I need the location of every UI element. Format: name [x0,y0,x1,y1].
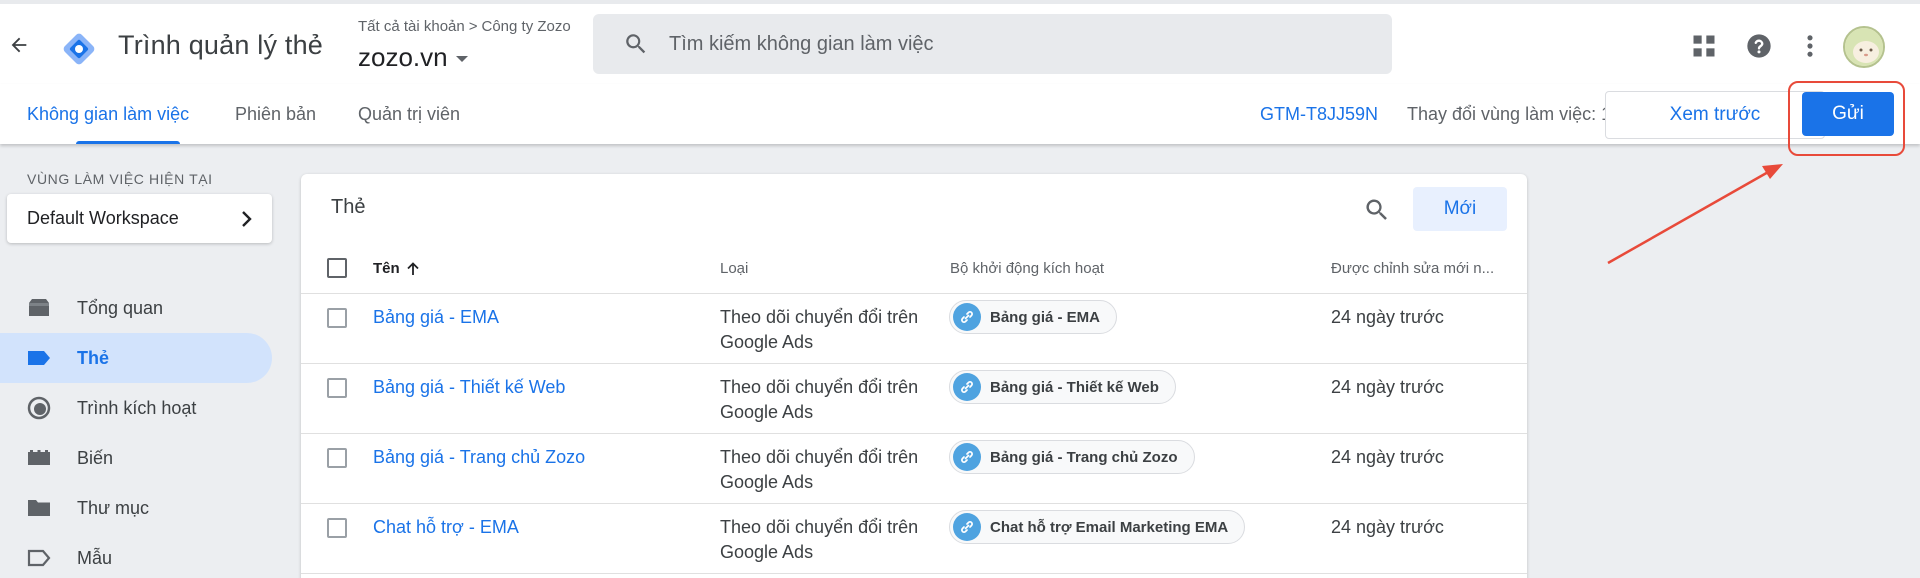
new-tag-button[interactable]: Mới [1413,187,1507,231]
row-checkbox[interactable] [327,518,347,538]
column-header-name[interactable]: Tên [373,260,420,277]
breadcrumb-company[interactable]: Công ty Zozo [482,18,571,35]
row-checkbox[interactable] [327,308,347,328]
column-header-edited[interactable]: Được chỉnh sửa mới n... [1331,260,1494,277]
tag-icon [28,351,50,365]
card-title: Thẻ [331,196,366,218]
workspace-selector[interactable]: Default Workspace [7,194,272,243]
trigger-chip[interactable]: Bảng giá - Thiết kế Web [949,370,1176,404]
sidebar-item-label: Tổng quan [77,297,164,318]
tag-type: Theo dõi chuyển đổi trên Google Ads [720,517,919,562]
arrow-left-icon[interactable] [8,34,30,56]
link-icon [953,373,981,401]
sidebar-item-templates[interactable]: Mẫu [0,533,272,578]
tag-name-link[interactable]: Bảng giá - Thiết kế Web [373,377,565,398]
sidebar-item-label: Thẻ [77,347,110,368]
header-divider [301,293,1527,294]
tag-name-link[interactable]: Bảng giá - Trang chủ Zozo [373,447,585,468]
tag-type: Theo dõi chuyển đổi trên Google Ads [720,377,919,422]
chevron-down-icon [455,55,468,62]
link-icon [953,303,981,331]
workspace-name: Default Workspace [27,208,179,228]
tags-card: Thẻ Mới Tên Loại Bộ khởi động kích hoạt … [301,174,1527,578]
variable-icon [28,450,50,465]
last-edited: 24 ngày trước [1331,517,1444,537]
sidebar-item-label: Thư mục [77,497,150,518]
trigger-chip-label: Bảng giá - Trang chủ Zozo [990,448,1178,466]
help-icon[interactable] [1745,32,1773,60]
row-divider [301,433,1527,434]
sidebar-item-triggers[interactable]: Trình kích hoạt [0,383,272,433]
select-all-checkbox[interactable] [327,258,347,278]
sidebar-item-label: Trình kích hoạt [77,397,197,418]
workspace-changes-count: Thay đổi vùng làm việc: 1 [1407,104,1612,124]
column-header-trigger[interactable]: Bộ khởi động kích hoạt [950,260,1104,277]
chevron-right-icon [242,210,252,227]
last-edited: 24 ngày trước [1331,447,1444,467]
container-id-link[interactable]: GTM-T8JJ59N [1260,104,1378,125]
avatar-image [1845,28,1883,66]
overview-icon [29,299,49,316]
trigger-chip-label: Bảng giá - Thiết kế Web [990,378,1159,396]
tag-type: Theo dõi chuyển đổi trên Google Ads [720,307,919,352]
sort-ascending-icon [407,261,419,275]
tab-versions[interactable]: Phiên bản [235,104,316,125]
row-divider [301,363,1527,364]
search-icon [626,34,646,54]
breadcrumb-separator: > [468,18,478,35]
sidebar-item-variables[interactable]: Biến [0,433,272,483]
tab-admin[interactable]: Quản trị viên [358,104,460,125]
sidebar-item-tags[interactable]: Thẻ [0,333,272,383]
template-icon [27,549,51,567]
link-icon [953,513,981,541]
app-title: Trình quản lý thẻ [118,30,324,60]
link-icon [953,443,981,471]
sidebar-item-label: Mẫu [77,547,113,568]
row-divider [301,503,1527,504]
trigger-chip[interactable]: Chat hỗ trợ Email Marketing EMA [949,510,1246,544]
breadcrumb-account[interactable]: Tất cả tài khoản [358,18,465,35]
row-checkbox[interactable] [327,448,347,468]
container-selector[interactable]: zozo.vn [358,42,468,73]
row-checkbox[interactable] [327,378,347,398]
tag-name-link[interactable]: Bảng giá - EMA [373,307,499,328]
trigger-chip-label: Chat hỗ trợ Email Marketing EMA [990,518,1229,536]
search-input[interactable] [669,32,1369,56]
trigger-chip[interactable]: Bảng giá - Trang chủ Zozo [949,440,1195,474]
more-vert-icon[interactable] [1796,32,1824,60]
apps-grid-icon[interactable] [1690,32,1718,60]
tag-type: Theo dõi chuyển đổi trên Google Ads [720,447,919,492]
column-header-label: Tên [373,260,400,277]
trigger-icon [27,396,51,420]
avatar[interactable] [1843,26,1885,68]
column-header-type[interactable]: Loại [720,260,748,277]
tag-name-link[interactable]: Chat hỗ trợ - EMA [373,517,519,538]
folder-icon [28,500,50,516]
row-divider [301,573,1527,574]
annotation-highlight-box [1788,81,1905,156]
trigger-chip-label: Bảng giá - EMA [990,308,1101,326]
sidebar-item-overview[interactable]: Tổng quan [0,283,272,333]
tag-manager-logo-icon [63,33,95,65]
trigger-chip[interactable]: Bảng giá - EMA [949,300,1118,334]
tab-workspace[interactable]: Không gian làm việc [27,104,189,125]
breadcrumb: Tất cả tài khoản > Công ty Zozo [358,18,571,35]
workspace-search[interactable] [593,14,1392,74]
last-edited: 24 ngày trước [1331,307,1444,327]
current-workspace-label: VÙNG LÀM VIỆC HIỆN TẠI [27,171,213,187]
active-tab-indicator [76,141,180,144]
sidebar-item-folders[interactable]: Thư mục [0,483,272,533]
search-icon[interactable] [1363,196,1391,224]
container-name: zozo.vn [358,42,448,72]
sidebar-item-label: Biến [77,447,114,468]
top-app-bar: Trình quản lý thẻ Tất cả tài khoản > Công … [0,0,1920,84]
last-edited: 24 ngày trước [1331,377,1444,397]
workspace-nav-bar: Không gian làm việc Phiên bản Quản trị v… [0,84,1920,144]
